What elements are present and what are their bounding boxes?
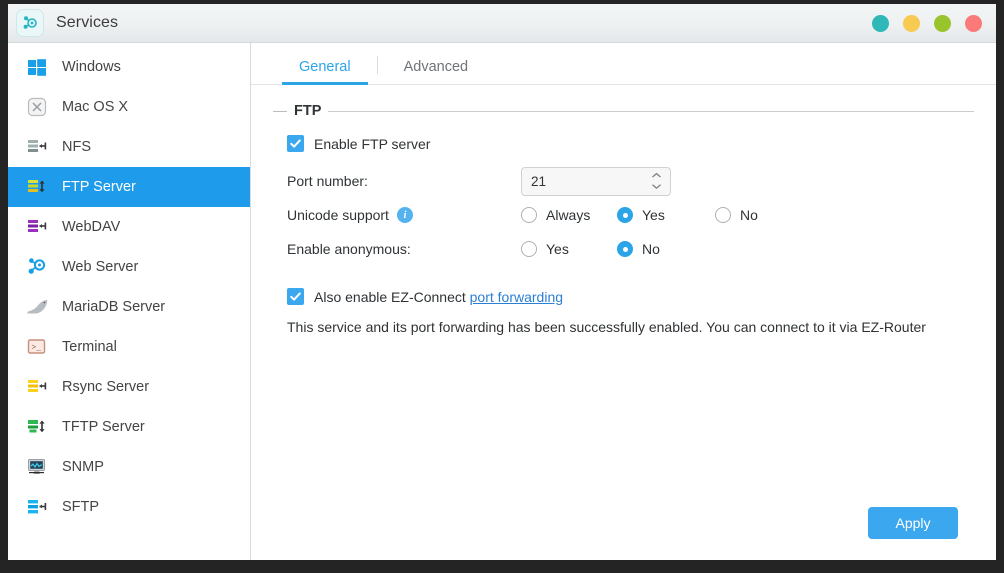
port-number-label: Port number:	[287, 173, 368, 189]
ftp-form: Enable FTP server Port number: 21 Unicod…	[273, 135, 974, 335]
sidebar-item-mac-os-x[interactable]: Mac OS X	[8, 87, 250, 127]
teal-dot-button[interactable]	[872, 14, 889, 32]
rsync-server-icon	[24, 374, 50, 400]
ftp-server-icon	[24, 174, 50, 200]
mariadb-seal-icon	[24, 294, 50, 320]
radio-indicator	[617, 207, 633, 223]
chevron-down-icon	[652, 184, 661, 190]
info-icon[interactable]: i	[396, 207, 413, 223]
enable-ftp-server-checkbox[interactable]	[287, 135, 304, 152]
sidebar-item-tftp-server[interactable]: TFTP Server	[8, 407, 250, 447]
radio-indicator	[521, 241, 537, 257]
windows-logo-icon	[24, 54, 50, 80]
services-node-icon	[16, 9, 44, 37]
radio-label: Yes	[546, 241, 569, 257]
port-forwarding-link[interactable]: port forwarding	[470, 289, 563, 305]
tab-general[interactable]: General	[273, 59, 377, 85]
snmp-monitor-icon	[24, 454, 50, 480]
ez-connect-label: Also enable EZ-Connect port forwarding	[314, 289, 563, 305]
radio-label: Always	[546, 207, 591, 223]
window-title: Services	[56, 14, 119, 31]
desktop-background: Services Windows Mac OS X NFS FTP Server…	[0, 0, 1004, 573]
unicode-support-text: Unicode support	[287, 207, 389, 223]
sidebar-item-web-server[interactable]: Web Server	[8, 247, 250, 287]
nfs-server-icon	[24, 134, 50, 160]
sidebar-item-mariadb-server[interactable]: MariaDB Server	[8, 287, 250, 327]
unicode-support-row: Unicode support i Always Yes No	[287, 198, 974, 232]
anonymous-option-no[interactable]: No	[617, 241, 660, 257]
sidebar-item-label: Web Server	[62, 259, 139, 275]
sidebar-item-label: SFTP	[62, 499, 100, 515]
enable-anonymous-label: Enable anonymous:	[287, 241, 411, 257]
port-number-value: 21	[531, 173, 547, 189]
sidebar-item-label: TFTP Server	[62, 419, 145, 435]
sidebar-item-label: NFS	[62, 139, 91, 155]
terminal-icon: >_	[24, 334, 50, 360]
services-sidebar: Windows Mac OS X NFS FTP Server WebDAV W…	[8, 43, 251, 560]
enable-anonymous-radios: Yes No	[521, 241, 660, 257]
ez-connect-checkbox[interactable]	[287, 288, 304, 305]
sidebar-item-label: WebDAV	[62, 219, 121, 235]
tftp-server-icon	[24, 414, 50, 440]
mac-x-icon	[24, 94, 50, 120]
port-number-stepper[interactable]	[651, 168, 662, 195]
sidebar-item-sftp[interactable]: SFTP	[8, 487, 250, 527]
unicode-option-no[interactable]: No	[715, 207, 758, 223]
ez-connect-prefix: Also enable EZ-Connect	[314, 288, 470, 305]
window-body: Windows Mac OS X NFS FTP Server WebDAV W…	[8, 43, 996, 560]
services-window: Services Windows Mac OS X NFS FTP Server…	[8, 4, 996, 560]
group-title: FTP	[294, 103, 322, 119]
yellow-dot-button[interactable]	[903, 14, 920, 32]
enable-anonymous-row: Enable anonymous: Yes No	[287, 232, 974, 266]
sidebar-item-windows[interactable]: Windows	[8, 47, 250, 87]
sftp-server-icon	[24, 494, 50, 520]
ez-connect-row: Also enable EZ-Connect port forwarding	[287, 288, 974, 305]
unicode-support-radios: Always Yes No	[521, 207, 758, 223]
general-settings-panel: FTP Enable FTP server Port number: 21 Un…	[251, 85, 996, 560]
radio-indicator	[715, 207, 731, 223]
unicode-option-yes[interactable]: Yes	[617, 207, 715, 223]
unicode-option-always[interactable]: Always	[521, 207, 617, 223]
sidebar-item-label: Rsync Server	[62, 379, 150, 395]
port-number-input[interactable]: 21	[521, 166, 671, 196]
port-number-row: Port number: 21	[287, 164, 974, 198]
unicode-support-label: Unicode support i	[287, 207, 521, 223]
tab-advanced[interactable]: Advanced	[378, 59, 495, 84]
sidebar-item-label: MariaDB Server	[62, 299, 166, 315]
status-note: This service and its port forwarding has…	[287, 319, 926, 335]
window-controls	[872, 4, 982, 42]
sidebar-item-label: Terminal	[62, 339, 117, 355]
svg-text:>_: >_	[31, 343, 41, 352]
sidebar-item-rsync-server[interactable]: Rsync Server	[8, 367, 250, 407]
red-dot-button[interactable]	[965, 14, 982, 32]
green-dot-button[interactable]	[934, 14, 951, 32]
sidebar-item-ftp-server[interactable]: FTP Server	[8, 167, 250, 207]
enable-ftp-server-label: Enable FTP server	[314, 135, 431, 152]
web-server-icon	[24, 254, 50, 280]
content-pane: General Advanced FTP Enable FTP server P…	[251, 43, 996, 560]
sidebar-item-label: FTP Server	[62, 179, 136, 195]
radio-label: Yes	[642, 207, 665, 223]
radio-indicator	[617, 241, 633, 257]
chevron-up-icon	[652, 172, 661, 178]
sidebar-item-snmp[interactable]: SNMP	[8, 447, 250, 487]
sidebar-item-terminal[interactable]: >_ Terminal	[8, 327, 250, 367]
radio-label: No	[642, 241, 660, 257]
enable-ftp-server-row: Enable FTP server	[287, 135, 974, 152]
radio-indicator	[521, 207, 537, 223]
sidebar-item-label: Windows	[62, 59, 121, 75]
sidebar-item-label: Mac OS X	[62, 99, 129, 115]
tab-bar: General Advanced	[251, 43, 996, 85]
sidebar-item-webdav[interactable]: WebDAV	[8, 207, 250, 247]
window-titlebar: Services	[8, 4, 996, 43]
ftp-group-header: FTP	[273, 103, 974, 119]
anonymous-option-yes[interactable]: Yes	[521, 241, 617, 257]
group-rule	[328, 110, 974, 112]
sidebar-item-label: SNMP	[62, 459, 104, 475]
apply-button[interactable]: Apply	[868, 507, 958, 539]
radio-label: No	[740, 207, 758, 223]
group-dash	[273, 110, 287, 112]
webdav-server-icon	[24, 214, 50, 240]
sidebar-item-nfs[interactable]: NFS	[8, 127, 250, 167]
